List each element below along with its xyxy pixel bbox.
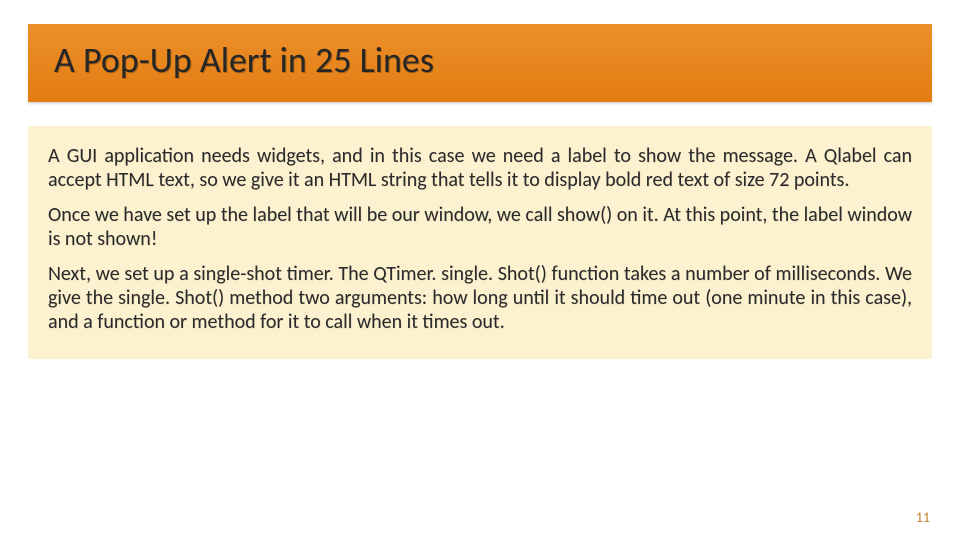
slide-title: A Pop-Up Alert in 25 Lines: [54, 38, 906, 82]
body-box: A GUI application needs widgets, and in …: [28, 126, 932, 359]
paragraph: Next, we set up a single-shot timer. The…: [48, 262, 912, 335]
title-bar: A Pop-Up Alert in 25 Lines: [28, 24, 932, 102]
slide: A Pop-Up Alert in 25 Lines A GUI applica…: [0, 0, 960, 540]
page-number: 11: [916, 509, 930, 526]
paragraph: A GUI application needs widgets, and in …: [48, 144, 912, 193]
paragraph: Once we have set up the label that will …: [48, 203, 912, 252]
